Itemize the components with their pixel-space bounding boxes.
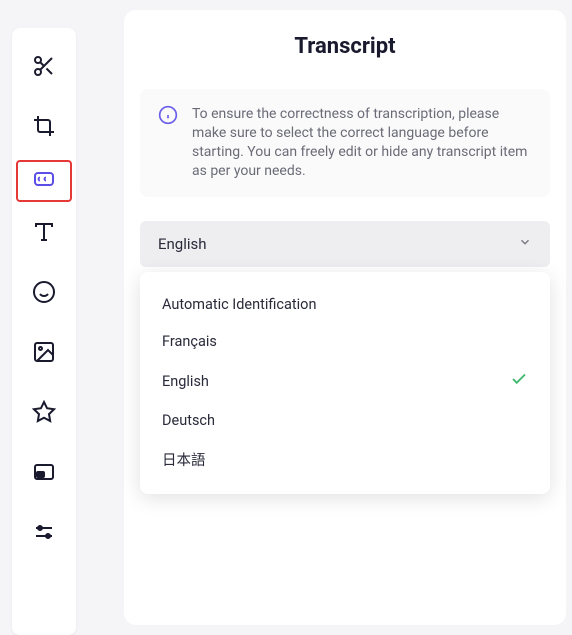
- language-dropdown: Automatic Identification Français Englis…: [140, 272, 550, 494]
- info-text: To ensure the correctness of transcripti…: [192, 105, 532, 181]
- sliders-icon: [32, 520, 56, 548]
- option-label: Automatic Identification: [162, 296, 316, 313]
- check-icon: [510, 370, 528, 392]
- pip-icon: [32, 460, 56, 488]
- cc-icon: [32, 167, 56, 195]
- scissors-icon: [32, 54, 56, 82]
- info-box: To ensure the correctness of transcripti…: [140, 89, 550, 197]
- dropdown-option[interactable]: 日本語: [140, 439, 550, 480]
- text-icon: [32, 220, 56, 248]
- crop-icon: [32, 114, 56, 142]
- sidebar: [12, 28, 76, 635]
- option-label: 日本語: [162, 449, 206, 470]
- dropdown-option[interactable]: English: [140, 360, 550, 402]
- sidebar-item-cut[interactable]: [16, 40, 72, 96]
- selected-language: English: [158, 235, 207, 253]
- sidebar-item-star[interactable]: [16, 386, 72, 442]
- dropdown-option[interactable]: Automatic Identification: [140, 286, 550, 323]
- option-label: English: [162, 373, 209, 390]
- image-icon: [32, 340, 56, 368]
- transcript-panel: Transcript To ensure the correctness of …: [124, 10, 566, 625]
- sidebar-item-text[interactable]: [16, 206, 72, 262]
- sidebar-item-settings[interactable]: [16, 506, 72, 562]
- language-select[interactable]: English: [140, 221, 550, 267]
- option-label: Deutsch: [162, 412, 215, 429]
- info-icon: [158, 105, 178, 125]
- panel-title: Transcript: [124, 34, 566, 59]
- sidebar-item-image[interactable]: [16, 326, 72, 382]
- dropdown-option[interactable]: Deutsch: [140, 402, 550, 439]
- chevron-down-icon: [518, 235, 532, 253]
- sidebar-item-crop[interactable]: [16, 100, 72, 156]
- sidebar-item-subtitle[interactable]: [16, 160, 72, 202]
- option-label: Français: [162, 333, 217, 350]
- star-icon: [32, 400, 56, 428]
- smile-icon: [32, 280, 56, 308]
- sidebar-item-pip[interactable]: [16, 446, 72, 502]
- dropdown-option[interactable]: Français: [140, 323, 550, 360]
- sidebar-item-emoji[interactable]: [16, 266, 72, 322]
